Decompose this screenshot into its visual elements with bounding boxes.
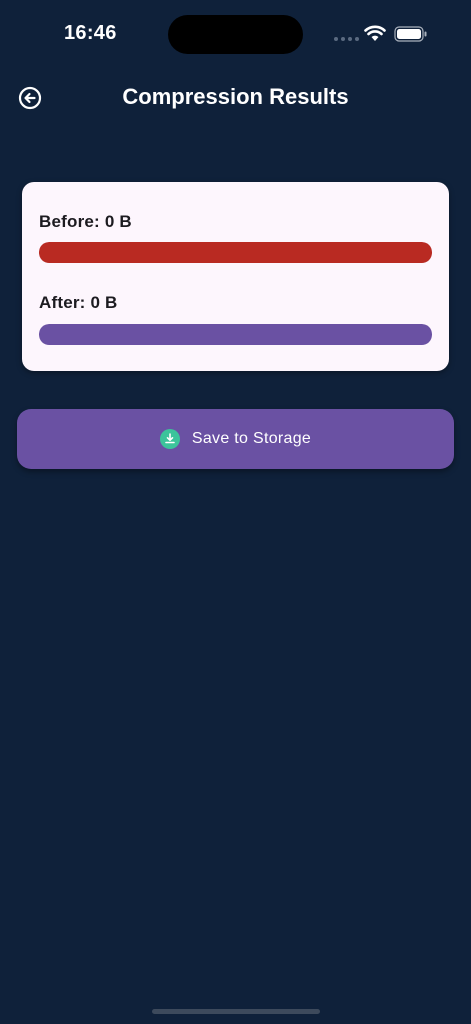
wifi-icon [364, 25, 386, 41]
app-header: Compression Results [0, 70, 471, 126]
results-card: Before: 0 B After: 0 B [22, 182, 449, 371]
save-button-label: Save to Storage [191, 430, 312, 447]
before-progress-bar [39, 242, 432, 263]
status-bar: 16:46 [0, 0, 471, 60]
before-size-label: Before: 0 B [39, 212, 132, 231]
battery-icon [394, 26, 427, 42]
dynamic-island [168, 15, 303, 54]
after-progress-bar [39, 324, 432, 345]
after-size-label: After: 0 B [39, 293, 118, 312]
page-title: Compression Results [122, 84, 349, 109]
cellular-signal-icon [334, 37, 359, 41]
home-indicator [152, 1009, 320, 1014]
before-progress-fill [39, 242, 432, 263]
download-icon [159, 429, 180, 449]
save-to-storage-button[interactable]: Save to Storage [17, 409, 454, 469]
compression-results-screen: 16:46 Compression Results Before: 0 B Af… [0, 0, 471, 1024]
after-progress-fill [39, 324, 432, 345]
status-time: 16:46 [64, 22, 117, 44]
